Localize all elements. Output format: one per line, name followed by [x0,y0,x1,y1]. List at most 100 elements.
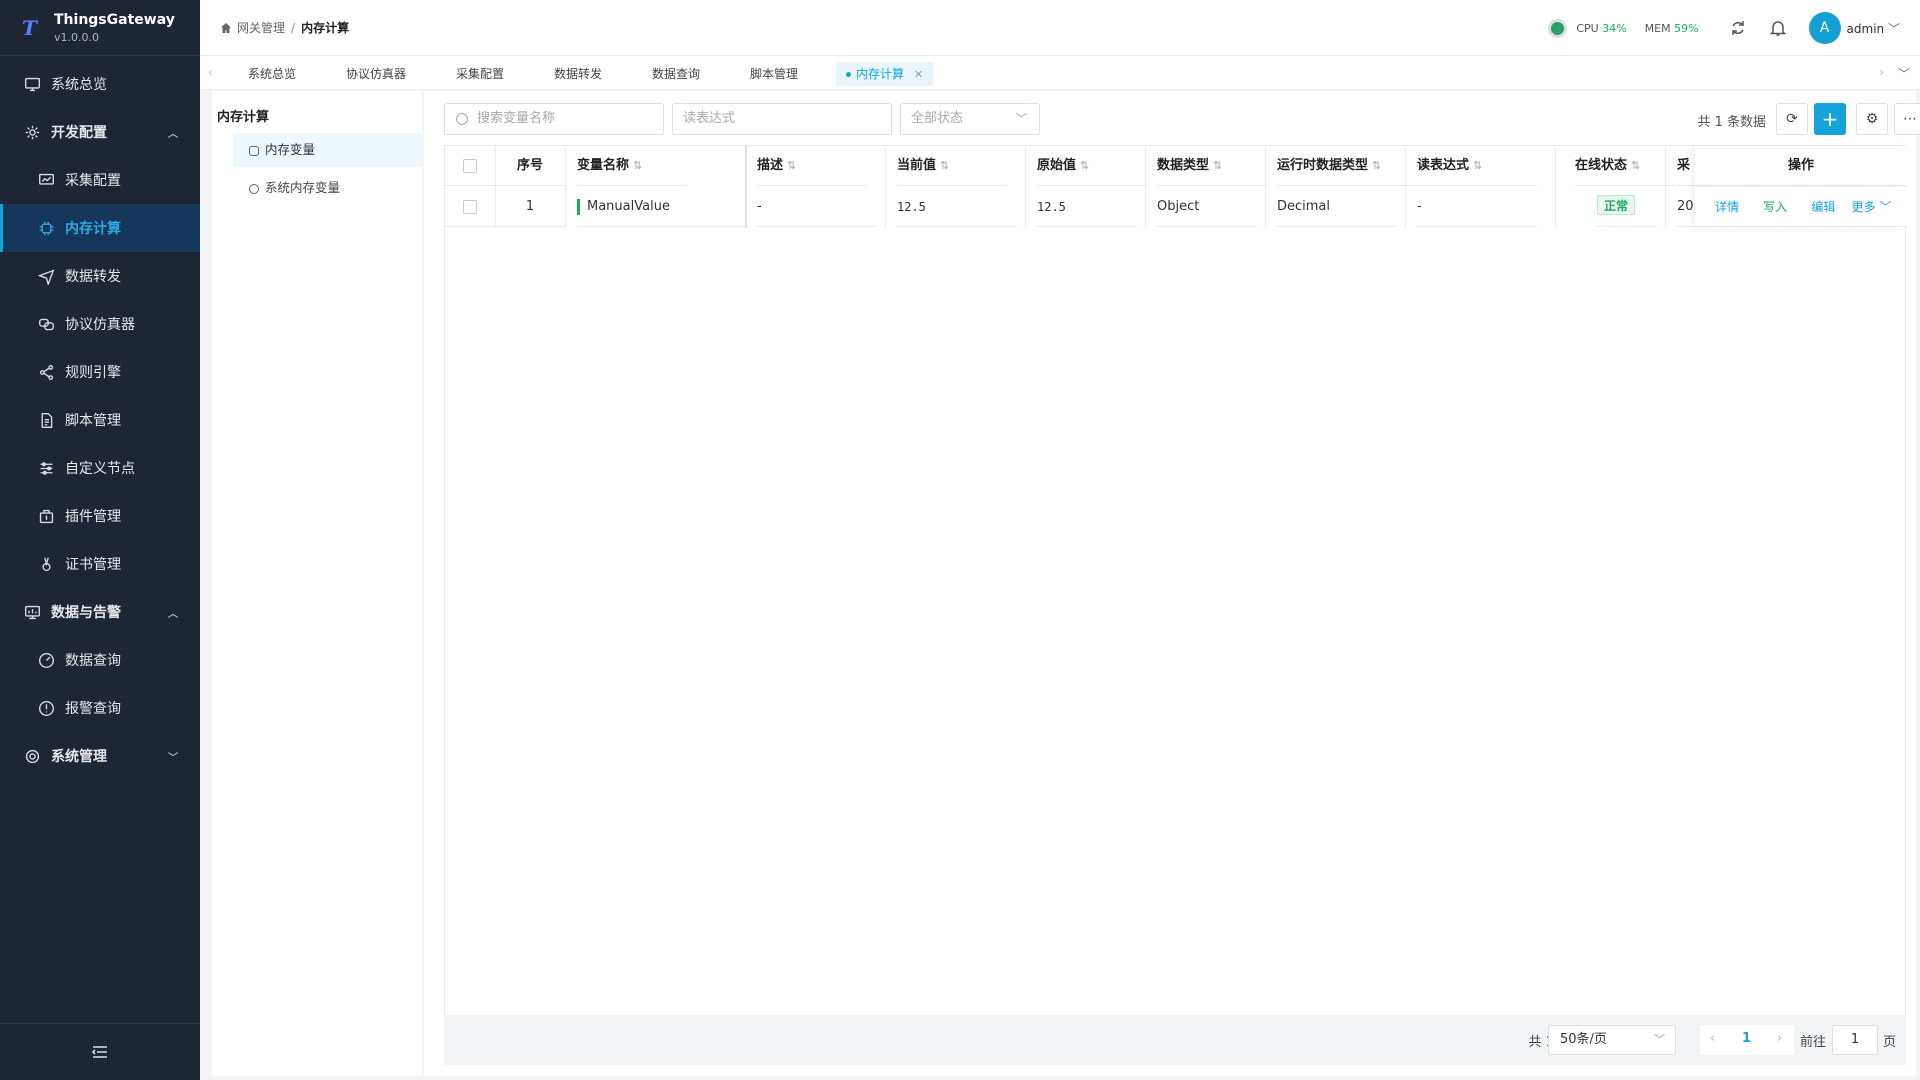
query-icon [37,651,55,669]
page-number-current[interactable]: 1 [1742,1031,1751,1046]
select-all-checkbox[interactable] [445,146,495,186]
breadcrumb-parent[interactable]: 网关管理 [237,19,285,36]
detail-link[interactable]: 详情 [1715,187,1739,227]
col-header-actions: 操作 [1695,146,1907,186]
sidebar-collapse-button[interactable] [0,1023,200,1080]
sidebar: T ThingsGateway v1.0.0.0 系统总览 开发配置 ︿ 采集配… [0,0,200,1080]
prev-page-button[interactable]: ‹ [1710,1031,1715,1046]
tab-protocol-simulator[interactable]: 协议仿真器 [336,62,416,86]
tab-data-forward[interactable]: 数据转发 [544,62,612,86]
cell-collect: 20 [1677,187,1695,227]
chip-icon [249,183,259,194]
page-size-select[interactable]: 50条/页 ﹀ [1548,1025,1676,1055]
cell-data-type: Object [1157,187,1257,227]
panel-item-memory-variable[interactable]: 内存变量 [233,133,422,167]
sidebar-item-label: 脚本管理 [65,413,121,429]
tab-script-manage[interactable]: 脚本管理 [740,62,808,86]
settings-icon [23,747,41,765]
sidebar-item-cert-manage[interactable]: 证书管理 [0,540,200,588]
column-settings-button[interactable]: ⚙ [1856,103,1888,135]
chevron-down-icon[interactable]: ﹀ [1898,65,1910,82]
col-header-desc[interactable]: 描述 ⇅ [757,146,867,186]
certificate-icon [37,555,55,573]
col-header-runtime-type[interactable]: 运行时数据类型 ⇅ [1277,146,1417,186]
sidebar-item-script-manage[interactable]: 脚本管理 [0,396,200,444]
search-input[interactable]: 搜索变量名称 [444,103,664,135]
sort-icon: ⇅ [1213,159,1223,172]
sort-icon: ⇅ [787,159,797,172]
sidebar-item-data-forward[interactable]: 数据转发 [0,252,200,300]
expression-input[interactable]: 读表达式 [672,103,892,135]
online-status-indicator [1551,21,1565,35]
col-header-name[interactable]: 变量名称 ⇅ [577,146,687,186]
sidebar-group-label: 数据与告警 [51,605,121,621]
col-header-raw[interactable]: 原始值 ⇅ [1037,146,1147,186]
refresh-button[interactable]: ⟳ [1776,103,1808,135]
col-header-current[interactable]: 当前值 ⇅ [897,146,1007,186]
add-button[interactable]: + [1814,103,1846,135]
chevron-right-icon[interactable]: › [1879,65,1884,79]
sidebar-item-collect-config[interactable]: 采集配置 [0,156,200,204]
sidebar-item-protocol-simulator[interactable]: 协议仿真器 [0,300,200,348]
sidebar-group-dev-config[interactable]: 开发配置 ︿ [0,108,200,156]
chevron-down-icon: ﹀ [168,752,178,764]
tab-overview[interactable]: 系统总览 [238,62,306,86]
search-icon [456,113,468,125]
memory-compute-panel: 内存计算 内存变量 系统内存变量 [212,91,422,1076]
tab-data-query[interactable]: 数据查询 [642,62,710,86]
col-header-status[interactable]: 在线状态 ⇅ [1575,146,1675,186]
avatar[interactable]: A [1808,12,1841,44]
cell-desc: - [757,187,877,227]
sidebar-item-overview[interactable]: 系统总览 [0,60,200,108]
bell-icon[interactable] [1769,19,1787,37]
more-button[interactable]: ⋯ [1894,103,1920,135]
col-header-expr[interactable]: 读表达式 ⇅ [1417,146,1537,186]
tab-memory-compute[interactable]: 内存计算 ✕ [836,62,934,86]
sidebar-item-alarm-query[interactable]: 报警查询 [0,684,200,732]
user-menu[interactable]: admin ﹀ [1847,20,1900,37]
cell-status: 正常 [1597,187,1657,227]
goto-label: 前往 [1799,1035,1826,1050]
top-header: 网关管理 / 内存计算 CPU 34% MEM 59% A admin ﹀ [200,0,1920,56]
close-icon[interactable]: ✕ [914,68,923,81]
panel-item-label: 内存变量 [265,142,316,157]
chevron-left-icon[interactable]: ‹ [208,65,213,79]
record-count: 共 1 条数据 [1697,115,1766,130]
sidebar-item-rule-engine[interactable]: 规则引擎 [0,348,200,396]
share-icon [37,363,55,381]
sidebar-item-label: 自定义节点 [65,461,135,477]
chevron-down-icon: ﹀ [1016,112,1027,125]
sidebar-item-plugin-manage[interactable]: 插件管理 [0,492,200,540]
expression-placeholder: 读表达式 [683,111,736,126]
sliders-icon [37,459,55,477]
breadcrumb: 网关管理 / 内存计算 [220,19,349,36]
col-header-type[interactable]: 数据类型 ⇅ [1157,146,1267,186]
tab-collect-config[interactable]: 采集配置 [446,62,514,86]
more-link[interactable]: 更多 ﹀ [1851,187,1891,227]
refresh-icon[interactable] [1729,19,1747,37]
status-badge: 正常 [1597,195,1636,215]
edit-link[interactable]: 编辑 [1811,187,1835,227]
write-link[interactable]: 写入 [1763,187,1787,227]
sidebar-item-label: 内存计算 [65,221,121,237]
link-icon [37,315,55,333]
next-page-button[interactable]: › [1777,1031,1782,1046]
home-icon[interactable] [220,22,232,34]
sidebar-item-custom-node[interactable]: 自定义节点 [0,444,200,492]
monitor-icon [23,75,41,93]
status-select[interactable]: 全部状态 ﹀ [900,103,1040,135]
sidebar-item-label: 报警查询 [65,701,121,717]
panel-title: 内存计算 [217,110,270,125]
goto-page-input[interactable]: 1 [1832,1025,1878,1055]
sidebar-group-data-alarm[interactable]: 数据与告警 ︿ [0,588,200,636]
sidebar-item-data-query[interactable]: 数据查询 [0,636,200,684]
chevron-down-icon: ﹀ [1887,21,1900,36]
plugin-icon [37,507,55,525]
row-checkbox[interactable] [445,187,495,227]
sidebar-group-system-manage[interactable]: 系统管理 ﹀ [0,732,200,780]
panel-item-system-memory-variable[interactable]: 系统内存变量 [233,171,422,205]
sidebar-item-memory-compute[interactable]: 内存计算 [0,204,200,252]
app-version: v1.0.0.0 [54,30,99,44]
app-logo[interactable]: T ThingsGateway v1.0.0.0 [0,0,200,56]
gear-icon: ⚙ [1865,111,1879,127]
